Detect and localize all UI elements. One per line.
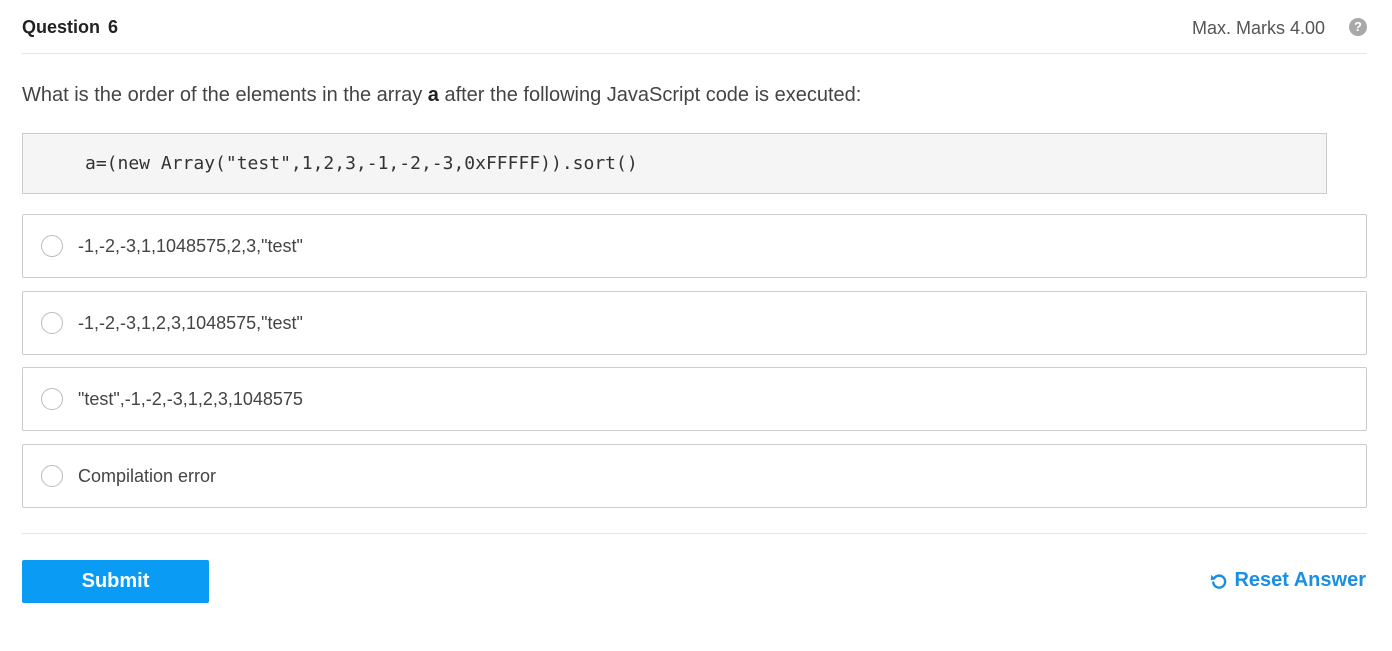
- radio-button[interactable]: [41, 312, 63, 334]
- question-number: 6: [108, 17, 119, 37]
- question-header: Question 6 Max. Marks 4.00 ?: [22, 0, 1367, 54]
- question-page: Question 6 Max. Marks 4.00 ? What is the …: [0, 0, 1392, 651]
- question-label: Question: [22, 17, 101, 37]
- question-text-bold: a: [427, 84, 439, 106]
- code-block: a=(new Array("test",1,2,3,-1,-2,-3,0xFFF…: [22, 133, 1327, 194]
- question-text: What is the order of the elements in the…: [22, 84, 861, 107]
- question-circle-icon[interactable]: ?: [1349, 18, 1367, 36]
- max-marks: Max. Marks 4.00: [1191, 18, 1325, 38]
- option-3[interactable]: "test",-1,-2,-3,1,2,3,1048575: [22, 367, 1367, 431]
- option-label: -1,-2,-3,1,2,3,1048575,"test": [78, 313, 303, 333]
- option-2[interactable]: -1,-2,-3,1,2,3,1048575,"test": [22, 291, 1367, 355]
- reset-answer-link[interactable]: Reset Answer: [1210, 569, 1366, 592]
- option-4[interactable]: Compilation error: [22, 444, 1367, 508]
- question-title: Question 6: [22, 17, 118, 38]
- code-snippet: a=(new Array("test",1,2,3,-1,-2,-3,0xFFF…: [85, 153, 638, 174]
- radio-button[interactable]: [41, 465, 63, 487]
- question-text-after: after the following JavaScript code is e…: [438, 84, 862, 106]
- option-1[interactable]: -1,-2,-3,1,1048575,2,3,"test": [22, 214, 1367, 278]
- option-label: "test",-1,-2,-3,1,2,3,1048575: [78, 389, 303, 409]
- divider: [22, 533, 1367, 534]
- radio-button[interactable]: [41, 388, 63, 410]
- reset-answer-label: Reset Answer: [1234, 569, 1366, 591]
- undo-icon: [1211, 573, 1227, 589]
- option-label: -1,-2,-3,1,1048575,2,3,"test": [78, 236, 303, 256]
- submit-button[interactable]: Submit: [22, 560, 209, 603]
- option-label: Compilation error: [78, 466, 217, 486]
- radio-button[interactable]: [41, 235, 63, 257]
- question-text-before: What is the order of the elements in the…: [22, 84, 428, 106]
